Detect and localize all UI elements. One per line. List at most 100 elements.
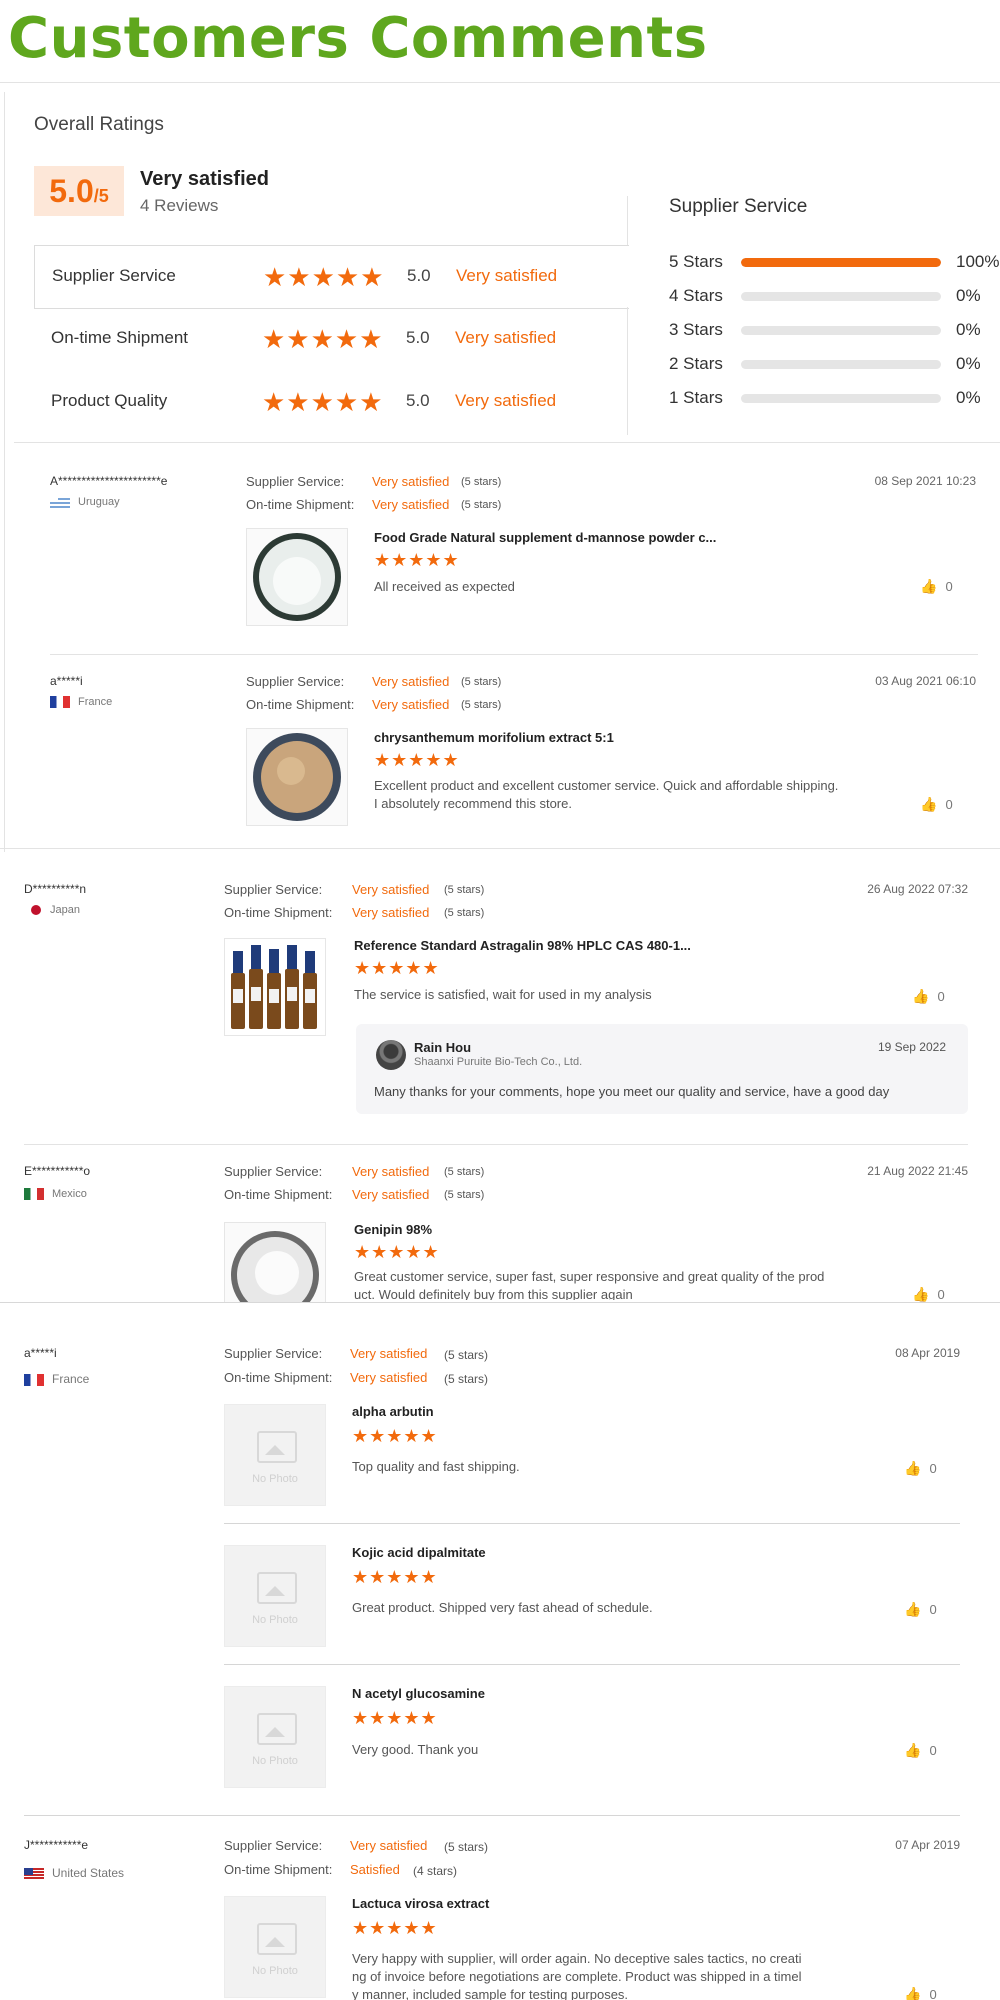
reviewer-name: E***********o [24, 1164, 91, 1178]
review-date: 08 Sep 2021 10:23 [874, 474, 976, 488]
ontime-shipment-stars: (5 stars) [444, 1372, 489, 1386]
reviewer-name: J***********e [24, 1838, 89, 1852]
no-photo-caption: No Photo [252, 1965, 298, 1977]
product-name[interactable]: Food Grade Natural supplement d-mannose … [374, 530, 716, 545]
review-comment: Very good. Thank you [352, 1742, 479, 1757]
bar-track [741, 326, 941, 335]
thumbs-up-icon: 👍 [920, 796, 938, 812]
star-bar-2: 2 Stars 0% [669, 352, 999, 376]
bar-percent: 100% [956, 252, 1000, 271]
rating-row-supplier-service[interactable]: Supplier Service ★★★★★ 5.0 Very satisfie… [34, 245, 629, 309]
avatar [376, 1040, 406, 1070]
divider [14, 442, 1000, 443]
product-image-placeholder[interactable]: No Photo [224, 1404, 326, 1506]
ontime-shipment-value: Very satisfied [350, 1370, 428, 1385]
product-name[interactable]: N acetyl glucosamine [352, 1686, 485, 1701]
product-image[interactable] [246, 528, 348, 626]
product-stars: ★★★★★ [352, 1567, 438, 1587]
product-image-placeholder[interactable]: No Photo [224, 1686, 326, 1788]
powder-jar-image [253, 533, 341, 621]
rating-row-product-quality[interactable]: Product Quality ★★★★★ 5.0 Very satisfied [34, 371, 628, 433]
star-rating: ★★★★★ [262, 387, 384, 417]
product-name[interactable]: alpha arbutin [352, 1404, 434, 1419]
like-count: 0 [937, 989, 945, 1004]
like-count: 0 [945, 579, 953, 594]
product-stars: ★★★★★ [352, 1708, 438, 1728]
divider [0, 82, 1000, 83]
product-image-placeholder[interactable]: No Photo [224, 1545, 326, 1647]
reply-author: Rain Hou [414, 1040, 472, 1055]
product-stars: ★★★★★ [374, 550, 460, 570]
reviewer-name: a*****i [50, 674, 83, 688]
reply-company: Shaanxi Puruite Bio-Tech Co., Ltd. [414, 1056, 583, 1068]
comment-line: ng of invoice before negotiations are co… [352, 1969, 802, 1984]
product-image[interactable] [246, 728, 348, 826]
no-photo-caption: No Photo [252, 1614, 298, 1626]
country-name: United States [52, 1866, 125, 1880]
product-stars: ★★★★★ [352, 1918, 438, 1938]
review-date: 08 Apr 2019 [895, 1346, 960, 1360]
supplier-service-label: Supplier Service: [224, 1838, 323, 1853]
star-rating: ★★★★★ [262, 324, 384, 354]
vials-image [225, 939, 325, 1035]
product-name[interactable]: chrysanthemum morifolium extract 5:1 [374, 730, 614, 745]
product-image[interactable] [224, 938, 326, 1036]
product-image-placeholder[interactable]: No Photo [224, 1896, 326, 1998]
rating-label: Product Quality [51, 391, 168, 410]
ontime-shipment-label: On-time Shipment: [224, 1370, 333, 1385]
rating-value: 5.0 [406, 391, 430, 410]
japan-flag-icon [30, 904, 42, 916]
rating-row-ontime-shipment[interactable]: On-time Shipment ★★★★★ 5.0 Very satisfie… [34, 308, 628, 370]
ontime-shipment-value: Very satisfied [352, 905, 430, 920]
supplier-service-value: Very satisfied [372, 674, 450, 689]
like-count: 0 [929, 1987, 937, 2000]
image-placeholder-icon [257, 1572, 297, 1604]
reviewer-country: France [24, 1372, 89, 1386]
review-date: 26 Aug 2022 07:32 [867, 882, 968, 896]
thumbs-up-icon: 👍 [904, 1460, 922, 1476]
ontime-shipment-label: On-time Shipment: [224, 905, 333, 920]
product-stars: ★★★★★ [374, 750, 460, 770]
like-count: 0 [929, 1743, 937, 1758]
like-button[interactable]: 👍 0 [904, 1601, 937, 1618]
star-rating: ★★★★★ [263, 262, 385, 292]
reviewer-name: A**********************e [50, 474, 168, 488]
like-button[interactable]: 👍 0 [904, 1742, 937, 1759]
ontime-shipment-value: Very satisfied [352, 1187, 430, 1202]
product-stars: ★★★★★ [354, 1242, 440, 1262]
comment-line: Excellent product and excellent customer… [374, 778, 839, 793]
like-count: 0 [929, 1461, 937, 1476]
mexico-flag-icon [24, 1188, 44, 1201]
divider [627, 307, 628, 435]
product-name[interactable]: Reference Standard Astragalin 98% HPLC C… [354, 938, 691, 953]
product-image[interactable] [224, 1222, 326, 1303]
supplier-service-label: Supplier Service: [224, 1164, 323, 1179]
panel-border-left [4, 92, 5, 852]
thumbs-up-icon: 👍 [920, 578, 938, 594]
overall-ratings-label: Overall Ratings [34, 114, 164, 135]
like-button[interactable]: 👍 0 [912, 988, 945, 1005]
supplier-service-stars: (5 stars) [461, 476, 502, 488]
us-flag-icon [24, 1867, 44, 1880]
like-button[interactable]: 👍 0 [904, 1460, 937, 1477]
like-button[interactable]: 👍 0 [912, 1286, 945, 1302]
review-comment: All received as expected [374, 579, 515, 594]
product-name[interactable]: Kojic acid dipalmitate [352, 1545, 486, 1560]
supplier-service-value: Very satisfied [350, 1346, 428, 1361]
reviewer-country: Uruguay [50, 496, 120, 509]
product-name[interactable]: Genipin 98% [354, 1222, 432, 1237]
supplier-service-stars: (5 stars) [444, 1348, 489, 1362]
review-date: 21 Aug 2022 21:45 [867, 1164, 968, 1178]
divider [50, 654, 978, 655]
product-stars: ★★★★★ [354, 958, 440, 978]
bar-track [741, 360, 941, 369]
thumbs-up-icon: 👍 [904, 1986, 922, 2000]
like-button[interactable]: 👍 0 [904, 1986, 937, 2000]
thumbs-up-icon: 👍 [904, 1742, 922, 1758]
product-name[interactable]: Lactuca virosa extract [352, 1896, 489, 1911]
bar-track [741, 292, 941, 301]
like-button[interactable]: 👍 0 [920, 796, 953, 813]
like-button[interactable]: 👍 0 [920, 578, 953, 595]
ontime-shipment-stars: (5 stars) [461, 699, 502, 711]
score-max: /5 [93, 186, 109, 206]
